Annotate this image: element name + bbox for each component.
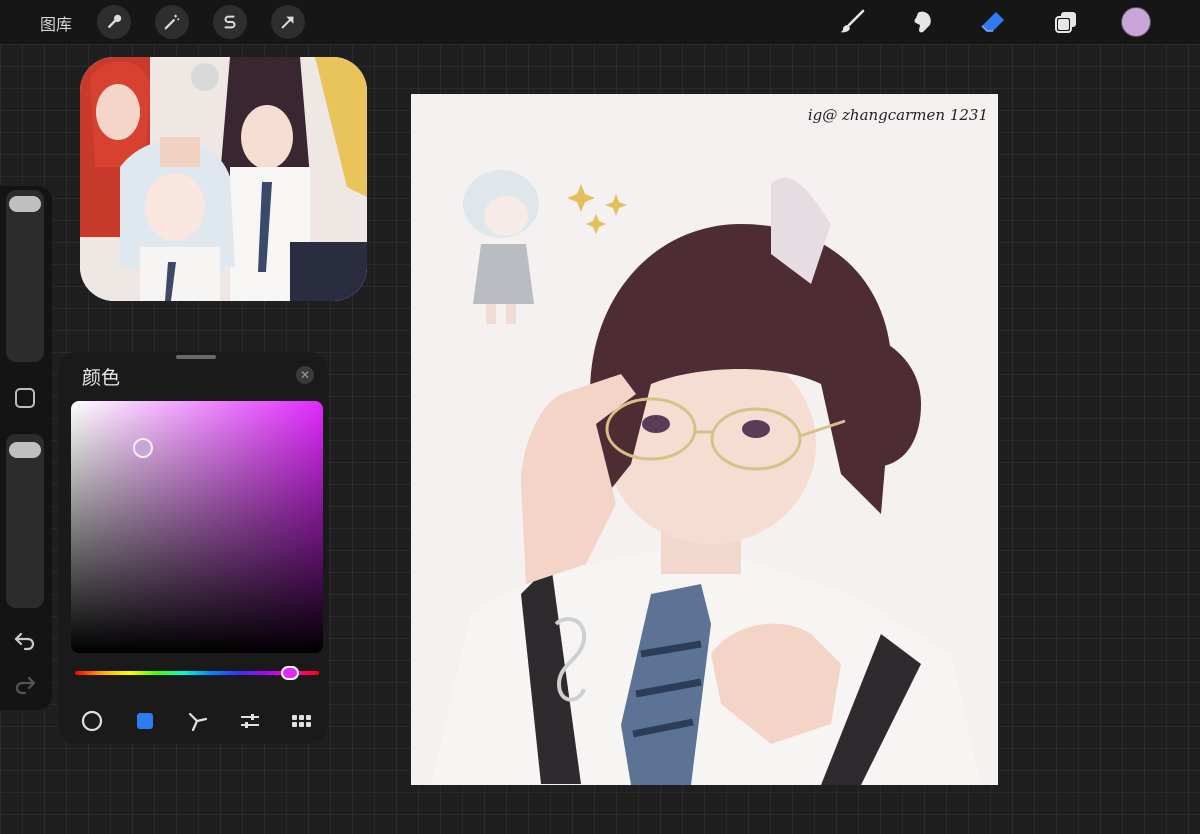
canvas-artwork <box>411 94 998 785</box>
redo-icon[interactable] <box>12 672 38 698</box>
saturation-value-square[interactable] <box>71 401 323 653</box>
hue-slider-thumb[interactable] <box>280 666 299 680</box>
close-icon[interactable]: ✕ <box>296 366 314 384</box>
wrench-icon[interactable] <box>97 5 131 39</box>
left-sidebar <box>0 186 52 710</box>
value-mode-icon[interactable] <box>237 708 263 734</box>
eraser-icon[interactable] <box>977 6 1009 38</box>
drawing-canvas[interactable]: ig@ zhangcarmen 1231 <box>411 94 998 785</box>
harmony-mode-icon[interactable] <box>185 708 211 734</box>
opacity-thumb[interactable] <box>9 442 41 458</box>
layers-icon[interactable] <box>1050 6 1082 38</box>
panel-grabber[interactable] <box>176 355 216 359</box>
brush-size-slider[interactable] <box>6 190 44 362</box>
top-toolbar: 图库 <box>0 0 1200 44</box>
brush-icon[interactable] <box>836 6 868 38</box>
classic-mode-icon[interactable] <box>132 708 158 734</box>
selection-s-icon[interactable] <box>213 5 247 39</box>
magic-wand-icon[interactable] <box>155 5 189 39</box>
brush-size-thumb[interactable] <box>9 196 41 212</box>
artist-signature: ig@ zhangcarmen 1231 <box>807 106 988 124</box>
transform-arrow-icon[interactable] <box>271 5 305 39</box>
reference-artwork <box>80 57 367 301</box>
panel-title: 颜色 <box>82 367 121 389</box>
color-panel: 颜色 ✕ <box>58 352 328 744</box>
gallery-button[interactable]: 图库 <box>40 11 72 35</box>
reference-image-thumbnail[interactable] <box>80 57 367 301</box>
color-picker-cursor[interactable] <box>133 438 153 458</box>
modify-button[interactable] <box>15 388 35 408</box>
opacity-slider[interactable] <box>6 434 44 608</box>
undo-icon[interactable] <box>12 628 38 654</box>
smudge-icon[interactable] <box>907 6 939 38</box>
color-swatch-button[interactable] <box>1121 7 1151 37</box>
palettes-mode-icon[interactable] <box>289 708 315 734</box>
disc-mode-icon[interactable] <box>79 708 105 734</box>
